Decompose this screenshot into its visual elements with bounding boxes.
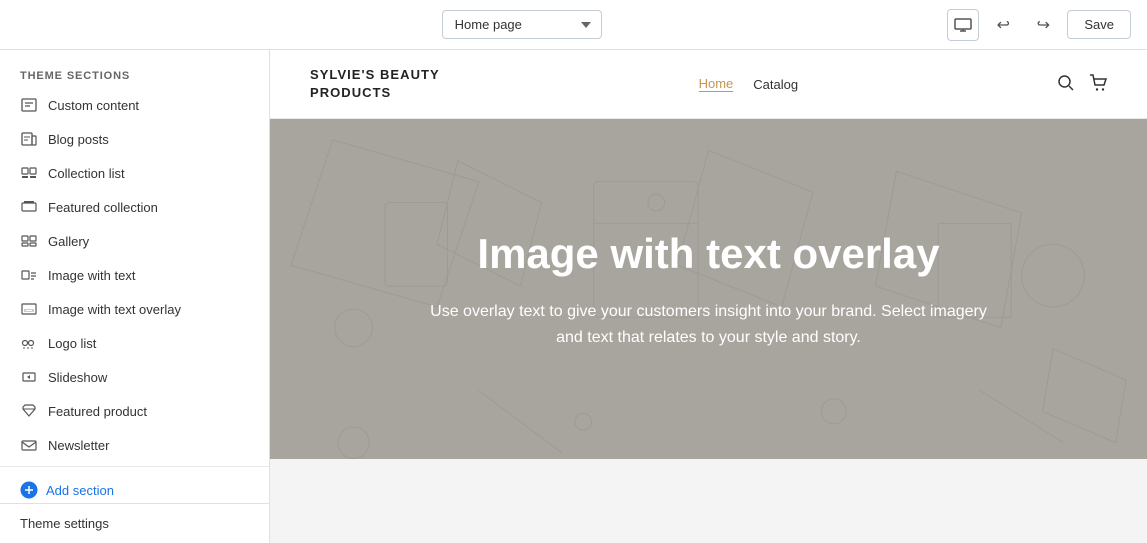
slideshow-icon <box>20 368 38 386</box>
sidebar-item-image-with-text-overlay[interactable]: Image with text overlay <box>0 292 269 326</box>
sidebar-bottom: Theme settings <box>0 503 269 543</box>
undo-button[interactable]: ↩ <box>987 9 1019 41</box>
sidebar-item-newsletter[interactable]: Newsletter <box>0 428 269 462</box>
sidebar-item-featured-collection[interactable]: Featured collection <box>0 190 269 224</box>
sidebar-item-logo-list[interactable]: Logo list <box>0 326 269 360</box>
hero-subtitle: Use overlay text to give your customers … <box>419 299 999 350</box>
sidebar-scroll: THEME SECTIONS Custom content <box>0 50 269 503</box>
theme-settings-link[interactable]: Theme settings <box>20 516 109 531</box>
site-nav-icons <box>1057 74 1107 95</box>
sidebar-item-label: Gallery <box>48 234 89 249</box>
sidebar: THEME SECTIONS Custom content <box>0 50 270 543</box>
blog-posts-icon <box>20 130 38 148</box>
sidebar-item-label: Featured collection <box>48 200 158 215</box>
sidebar-item-label: Featured product <box>48 404 147 419</box>
image-with-text-overlay-icon <box>20 300 38 318</box>
custom-content-icon <box>20 96 38 114</box>
site-nav: Home Catalog <box>699 76 799 92</box>
nav-home[interactable]: Home <box>699 76 734 92</box>
page-select[interactable]: Home page About Contact <box>442 10 602 39</box>
sidebar-item-label: Image with text overlay <box>48 302 181 317</box>
image-with-text-icon <box>20 266 38 284</box>
sidebar-item-label: Custom content <box>48 98 139 113</box>
toolbar-center: Home page About Contact <box>442 10 602 39</box>
add-section-button[interactable]: Add section <box>0 471 269 503</box>
hero-content: Image with text overlay Use overlay text… <box>359 189 1059 391</box>
sidebar-item-label: Collection list <box>48 166 125 181</box>
toolbar-right: ↩ ↪ Save <box>947 9 1131 41</box>
sidebar-item-gallery[interactable]: Gallery <box>0 224 269 258</box>
sidebar-item-blog-posts[interactable]: Blog posts <box>0 122 269 156</box>
site-logo: SYLVIE'S BEAUTY PRODUCTS <box>310 66 440 102</box>
preview-scroll[interactable]: SYLVIE'S BEAUTY PRODUCTS Home Catalog <box>270 50 1147 543</box>
logo-list-icon <box>20 334 38 352</box>
sidebar-item-label: Image with text <box>48 268 135 283</box>
hero-title: Image with text overlay <box>419 229 999 279</box>
featured-product-icon <box>20 402 38 420</box>
featured-collection-icon <box>20 198 38 216</box>
sidebar-divider <box>0 466 269 467</box>
save-button[interactable]: Save <box>1067 10 1131 39</box>
cart-icon[interactable] <box>1089 74 1107 95</box>
sidebar-item-label: Newsletter <box>48 438 109 453</box>
desktop-icon[interactable] <box>947 9 979 41</box>
gallery-icon <box>20 232 38 250</box>
add-section-label: Add section <box>46 483 114 498</box>
site-header: SYLVIE'S BEAUTY PRODUCTS Home Catalog <box>270 50 1147 119</box>
hero-section: Image with text overlay Use overlay text… <box>270 119 1147 459</box>
newsletter-icon <box>20 436 38 454</box>
main-layout: THEME SECTIONS Custom content <box>0 50 1147 543</box>
sidebar-item-image-with-text[interactable]: Image with text <box>0 258 269 292</box>
sidebar-item-featured-product[interactable]: Featured product <box>0 394 269 428</box>
theme-sections-label: THEME SECTIONS <box>0 62 269 88</box>
sidebar-item-collection-list[interactable]: Collection list <box>0 156 269 190</box>
sidebar-item-label: Logo list <box>48 336 96 351</box>
sidebar-item-slideshow[interactable]: Slideshow <box>0 360 269 394</box>
sidebar-item-custom-content[interactable]: Custom content <box>0 88 269 122</box>
add-section-icon <box>20 481 38 499</box>
search-icon[interactable] <box>1057 74 1075 95</box>
toolbar: Home page About Contact ↩ ↪ Save <box>0 0 1147 50</box>
sidebar-item-label: Slideshow <box>48 370 107 385</box>
nav-catalog[interactable]: Catalog <box>753 77 798 92</box>
sidebar-item-label: Blog posts <box>48 132 109 147</box>
collection-list-icon <box>20 164 38 182</box>
redo-button[interactable]: ↪ <box>1027 9 1059 41</box>
preview-area: SYLVIE'S BEAUTY PRODUCTS Home Catalog <box>270 50 1147 543</box>
